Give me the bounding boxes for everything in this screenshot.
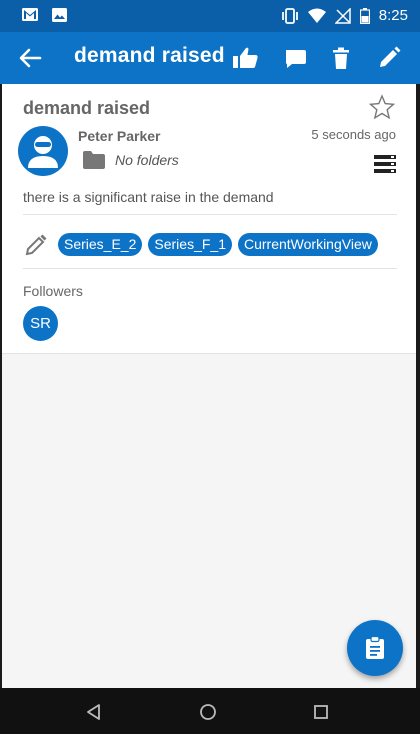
folder-icon [83,151,105,169]
nav-recents-icon[interactable] [311,702,331,722]
author-avatar [18,126,68,176]
folder-label: No folders [115,152,179,168]
system-nav-bar [0,688,420,734]
image-icon [52,8,67,22]
tag-chip[interactable]: Series_E_2 [58,233,143,256]
discussion-subject: demand raised [23,98,151,118]
app-bar: demand raised [0,32,420,84]
tag-chip[interactable]: Series_F_1 [148,233,232,256]
battery-icon [359,7,370,24]
app-bar-title: demand raised [74,44,225,67]
status-time: 8:25 [378,7,408,24]
thumbs-up-icon[interactable] [232,44,260,72]
list-menu-icon[interactable] [374,155,396,173]
timestamp: 5 seconds ago [311,127,396,142]
content-area: demand raised Peter Parker 5 seconds ago… [2,84,416,688]
discussion-card: demand raised Peter Parker 5 seconds ago… [2,84,416,354]
nav-home-icon[interactable] [198,702,218,722]
status-bar: 8:25 [0,0,420,32]
wifi-icon [307,8,326,23]
nav-back-icon[interactable] [84,702,104,722]
clipboard-fab[interactable] [347,620,403,676]
tag-list: Series_E_2 Series_F_1 CurrentWorkingView [58,233,378,256]
person-icon [28,136,58,168]
gmail-icon [22,8,38,21]
edit-icon[interactable] [375,44,403,72]
author-name: Peter Parker [78,128,161,144]
clipboard-icon [366,636,384,659]
comment-icon[interactable] [281,44,309,72]
follower-avatar[interactable]: SR [23,306,58,341]
delete-icon[interactable] [327,44,355,72]
pencil-icon[interactable] [24,233,48,257]
divider [23,214,397,215]
star-icon[interactable] [369,94,395,120]
discussion-description: there is a significant raise in the dema… [23,189,274,205]
back-arrow-icon[interactable] [16,45,44,71]
vibrate-icon [281,7,298,24]
followers-label: Followers [23,283,83,299]
divider [23,268,397,269]
no-signal-icon [334,7,351,24]
tag-chip[interactable]: CurrentWorkingView [237,233,378,256]
